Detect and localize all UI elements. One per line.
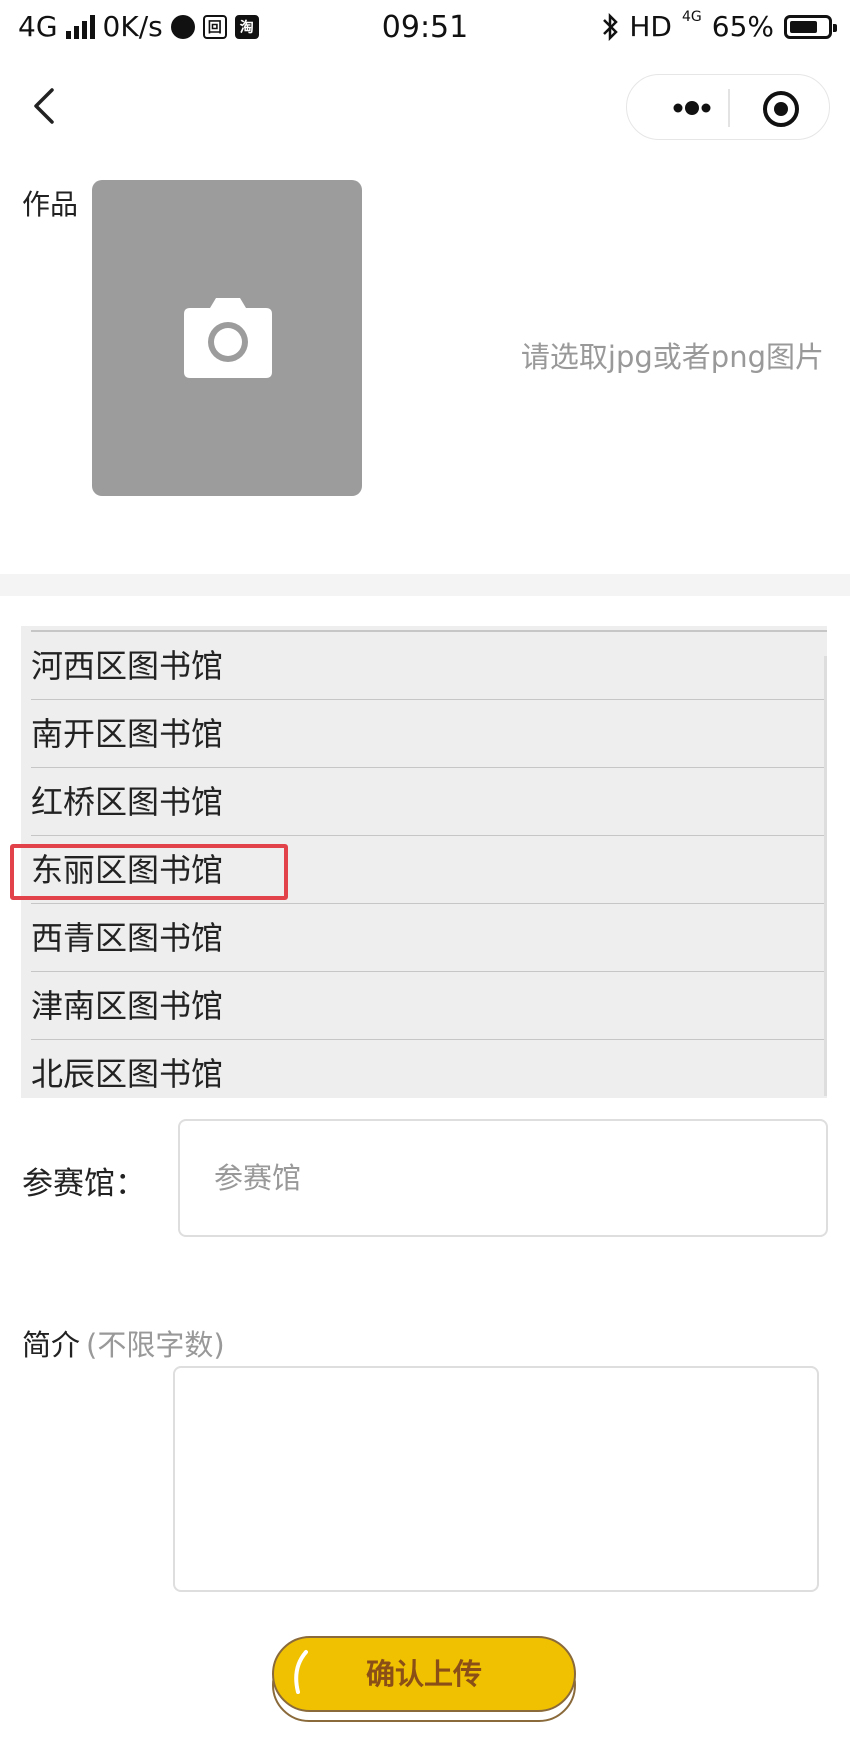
picker-item[interactable]: 红桥区图书馆 — [31, 768, 827, 836]
status-bar: 4G 0K/s 回 淘 09:51 HD 4G 65% — [0, 0, 850, 58]
net-small-label: 4G — [682, 8, 702, 25]
back-arrow-icon[interactable] — [26, 86, 66, 126]
image-upload-button[interactable] — [92, 180, 362, 496]
venue-label: 参赛馆： — [22, 1166, 146, 1202]
picker-item-label: 红桥区图书馆 — [31, 783, 224, 821]
picker-scroll-edge — [824, 656, 827, 1096]
picker-item-label: 北辰区图书馆 — [31, 1055, 224, 1093]
upload-label: 作品 — [22, 188, 79, 221]
picker-item-label: 河西区图书馆 — [31, 647, 224, 685]
picker-item-label: 津南区图书馆 — [31, 987, 224, 1025]
intro-note: (不限字数) — [86, 1328, 225, 1362]
upload-hint: 请选取jpg或者png图片 — [520, 340, 824, 374]
camera-icon — [184, 298, 272, 378]
venue-input[interactable] — [178, 1119, 828, 1237]
more-dots-icon[interactable] — [657, 91, 727, 125]
battery-percent: 65% — [711, 10, 774, 43]
battery-icon — [784, 14, 837, 39]
picker-item[interactable]: 南开区图书馆 — [31, 700, 827, 768]
hd-label: HD — [629, 10, 672, 43]
picker-item[interactable]: 河西区图书馆 — [31, 632, 827, 700]
confirm-upload-button[interactable]: 确认上传 — [272, 1636, 576, 1712]
selection-highlight — [10, 844, 288, 900]
status-right: HD 4G 65% — [601, 8, 837, 43]
picker-item[interactable]: 津南区图书馆 — [31, 972, 827, 1040]
close-target-icon[interactable] — [761, 89, 801, 129]
button-gloss-icon — [294, 1650, 308, 1694]
intro-title: 简介 — [22, 1328, 81, 1362]
picker-item-label: 南开区图书馆 — [31, 715, 224, 753]
section-divider — [0, 574, 850, 596]
picker-item[interactable]: 北辰区图书馆 — [31, 1040, 827, 1098]
confirm-label: 确认上传 — [365, 1657, 482, 1691]
menu-capsule — [626, 74, 830, 140]
intro-label: 简介 (不限字数) — [22, 1322, 225, 1364]
picker-item[interactable]: 西青区图书馆 — [31, 904, 827, 972]
intro-textarea[interactable] — [173, 1366, 819, 1592]
picker-item-label: 西青区图书馆 — [31, 919, 224, 957]
bluetooth-icon — [603, 12, 619, 41]
capsule-separator — [728, 89, 730, 127]
